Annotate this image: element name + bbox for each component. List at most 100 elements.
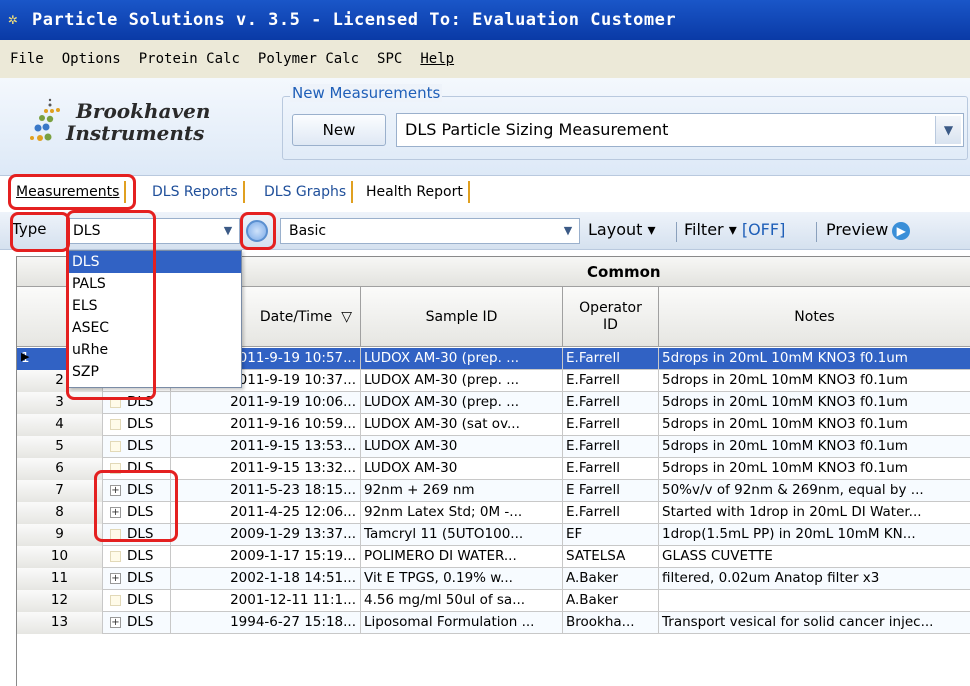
table-row[interactable]: 8 + DLS 2011-4-25 12:06... 92nm Latex Std; 0… <box>17 502 970 524</box>
toolbar-divider <box>676 222 677 242</box>
row-number-cell[interactable]: 9 <box>17 524 103 546</box>
menu-help[interactable]: Help <box>420 40 454 78</box>
type-option-els[interactable]: ELS <box>69 295 241 317</box>
sample-id-cell: LUDOX AM-30 (prep. ... <box>361 348 563 370</box>
expand-plus-icon[interactable] <box>110 463 121 474</box>
type-option-szp[interactable]: SZP <box>69 361 241 383</box>
table-row[interactable]: 5 DLS 2011-9-15 13:53... LUDOX AM-30 E.Farre… <box>17 436 970 458</box>
type-select[interactable]: DLS ▼ <box>68 218 240 244</box>
date-cell: 2002-1-18 14:51... <box>171 568 361 590</box>
filter-menu[interactable]: Filter ▾ [OFF] <box>684 220 785 239</box>
expand-plus-icon[interactable] <box>110 529 121 540</box>
sample-id-column-header[interactable]: Sample ID <box>361 287 563 347</box>
row-number-cell[interactable]: 13 <box>17 612 103 634</box>
expand-plus-icon[interactable]: + <box>110 485 121 496</box>
type-option-asec[interactable]: ASEC <box>69 317 241 339</box>
app-icon: ✲ <box>8 9 19 28</box>
menu-spc[interactable]: SPC <box>377 40 402 78</box>
type-select-value: DLS <box>73 223 101 239</box>
notes-column-header[interactable]: Notes <box>659 287 970 347</box>
chevron-down-icon[interactable]: ▼ <box>219 221 237 241</box>
operator-id-cell: A.Baker <box>563 590 659 612</box>
chevron-down-icon[interactable]: ▼ <box>935 116 961 144</box>
type-option-dls[interactable]: DLS <box>69 251 241 273</box>
expand-plus-icon[interactable]: + <box>110 507 121 518</box>
type-cell: + DLS <box>103 568 171 590</box>
expand-plus-icon[interactable] <box>110 551 121 562</box>
type-cell-value: DLS <box>127 570 154 586</box>
row-number-cell[interactable]: 8 <box>17 502 103 524</box>
type-cell-value: DLS <box>127 614 154 630</box>
preview-button[interactable]: Preview ▶ <box>826 220 911 240</box>
sample-id-cell: LUDOX AM-30 <box>361 436 563 458</box>
sample-id-cell: Liposomal Formulation ... <box>361 612 563 634</box>
operator-id-cell: E.Farrell <box>563 458 659 480</box>
operator-id-cell: A.Baker <box>563 568 659 590</box>
table-row[interactable]: 11 + DLS 2002-1-18 14:51... Vit E TPGS, 0.19… <box>17 568 970 590</box>
row-number-cell[interactable]: 11 <box>17 568 103 590</box>
type-cell: DLS <box>103 458 171 480</box>
date-cell: 2011-9-16 10:59... <box>171 414 361 436</box>
operator-id-cell: E.Farrell <box>563 392 659 414</box>
operator-id-cell: EF <box>563 524 659 546</box>
measurement-type-select[interactable]: DLS Particle Sizing Measurement ▼ <box>396 113 964 147</box>
view-select[interactable]: Basic ▼ <box>280 218 580 244</box>
expand-plus-icon[interactable] <box>110 595 121 606</box>
sample-id-cell: 4.56 mg/ml 50ul of sa... <box>361 590 563 612</box>
refresh-icon[interactable] <box>246 220 268 242</box>
type-cell-value: DLS <box>127 526 154 542</box>
row-number-cell[interactable]: 6 <box>17 458 103 480</box>
expand-plus-icon[interactable] <box>110 441 121 452</box>
row-number-cell[interactable]: 4 <box>17 414 103 436</box>
notes-cell: 5drops in 20mL 10mM KNO3 f0.1um <box>659 414 970 436</box>
table-row[interactable]: 13 + DLS 1994-6-27 15:18... Liposomal Formul… <box>17 612 970 634</box>
measurement-type-value: DLS Particle Sizing Measurement <box>405 120 669 139</box>
expand-plus-icon[interactable]: + <box>110 573 121 584</box>
layout-menu[interactable]: Layout ▾ <box>588 220 656 239</box>
window-title: Particle Solutions v. 3.5 - Licensed To:… <box>32 10 677 30</box>
tab-health-report[interactable]: Health Report <box>364 178 470 206</box>
operator-id-cell: E.Farrell <box>563 370 659 392</box>
row-number-cell[interactable]: 5 <box>17 436 103 458</box>
table-row[interactable]: 4 DLS 2011-9-16 10:59... LUDOX AM-30 (sat o… <box>17 414 970 436</box>
type-cell: DLS <box>103 414 171 436</box>
operator-id-column-header[interactable]: Operator ID <box>563 287 659 347</box>
row-number-cell[interactable]: 3 <box>17 392 103 414</box>
type-cell-value: DLS <box>127 460 154 476</box>
type-cell: + DLS <box>103 612 171 634</box>
type-option-urhe[interactable]: uRhe <box>69 339 241 361</box>
table-row[interactable]: 6 DLS 2011-9-15 13:32... LUDOX AM-30 E.Farre… <box>17 458 970 480</box>
operator-id-cell: E Farrell <box>563 480 659 502</box>
type-option-pals[interactable]: PALS <box>69 273 241 295</box>
tab-dls-reports[interactable]: DLS Reports <box>150 178 245 206</box>
tab-dls-graphs[interactable]: DLS Graphs <box>262 178 354 206</box>
table-row[interactable]: 12 DLS 2001-12-11 11:1... 4.56 mg/ml 50ul o… <box>17 590 970 612</box>
expand-plus-icon[interactable]: + <box>110 617 121 628</box>
table-row[interactable]: 9 DLS 2009-1-29 13:37... Tamcryl 11 (5UTO10… <box>17 524 970 546</box>
notes-cell: Transport vesical for solid cancer injec… <box>659 612 970 634</box>
sample-id-cell: Tamcryl 11 (5UTO100... <box>361 524 563 546</box>
date-cell: 2011-9-19 10:06... <box>171 392 361 414</box>
expand-plus-icon[interactable] <box>110 397 121 408</box>
table-row[interactable]: 7 + DLS 2011-5-23 18:15... 92nm + 269 nm E Fa… <box>17 480 970 502</box>
menu-file[interactable]: File <box>10 40 44 78</box>
menu-polymer-calc[interactable]: Polymer Calc <box>258 40 359 78</box>
menu-protein-calc[interactable]: Protein Calc <box>139 40 240 78</box>
row-number-cell[interactable]: 7 <box>17 480 103 502</box>
row-number-cell[interactable]: 12 <box>17 590 103 612</box>
operator-id-cell: E.Farrell <box>563 348 659 370</box>
new-button[interactable]: New <box>292 114 386 146</box>
type-cell: DLS <box>103 392 171 414</box>
filter-state[interactable]: [OFF] <box>742 220 785 239</box>
notes-cell: GLASS CUVETTE <box>659 546 970 568</box>
sample-id-cell: LUDOX AM-30 (prep. ... <box>361 370 563 392</box>
expand-plus-icon[interactable] <box>110 419 121 430</box>
type-cell-value: DLS <box>127 482 154 498</box>
date-cell: 1994-6-27 15:18... <box>171 612 361 634</box>
tab-measurements[interactable]: Measurements <box>14 178 127 206</box>
chevron-down-icon[interactable]: ▼ <box>559 221 577 241</box>
table-row[interactable]: 10 DLS 2009-1-17 15:19... POLIMERO DI WATER… <box>17 546 970 568</box>
menu-options[interactable]: Options <box>62 40 121 78</box>
table-row[interactable]: 3 DLS 2011-9-19 10:06... LUDOX AM-30 (prep.… <box>17 392 970 414</box>
row-number-cell[interactable]: 10 <box>17 546 103 568</box>
